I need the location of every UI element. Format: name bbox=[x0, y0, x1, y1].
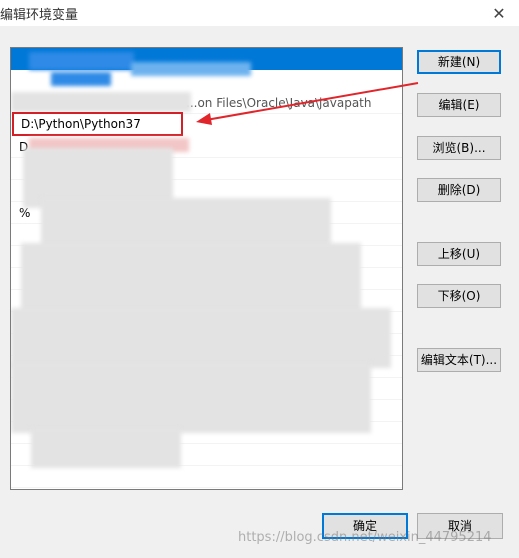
path-list[interactable]: ...on Files\Oracle\Java\javapath D:\Pyth… bbox=[10, 47, 403, 490]
browse-button[interactable]: 浏览(B)... bbox=[417, 136, 501, 160]
blurred-content bbox=[11, 308, 391, 368]
blurred-content bbox=[21, 243, 361, 313]
blurred-content bbox=[31, 428, 181, 468]
edit-button[interactable]: 编辑(E) bbox=[417, 93, 501, 117]
blurred-content bbox=[131, 62, 251, 76]
list-item-text: % bbox=[19, 206, 31, 220]
blurred-content bbox=[11, 363, 371, 433]
window-title: 编辑环境变量 bbox=[0, 8, 79, 23]
edit-text-button[interactable]: 编辑文本(T)... bbox=[417, 348, 501, 372]
move-up-button[interactable]: 上移(U) bbox=[417, 242, 501, 266]
delete-button[interactable]: 删除(D) bbox=[417, 178, 501, 202]
move-down-button[interactable]: 下移(O) bbox=[417, 284, 501, 308]
list-item[interactable] bbox=[11, 466, 402, 488]
title-bar: 编辑环境变量 ✕ bbox=[0, 0, 519, 26]
list-item-text: ...on Files\Oracle\Java\javapath bbox=[186, 96, 372, 110]
blurred-content bbox=[51, 72, 111, 86]
path-edit-field[interactable]: D:\Python\Python37 bbox=[12, 112, 183, 136]
close-icon[interactable]: ✕ bbox=[479, 0, 519, 26]
new-button[interactable]: 新建(N) bbox=[417, 50, 501, 74]
watermark: https://blog.csdn.net/weixin_44795214 bbox=[238, 530, 492, 545]
blurred-content bbox=[29, 52, 134, 70]
path-edit-value: D:\Python\Python37 bbox=[21, 117, 141, 131]
blurred-content bbox=[41, 198, 331, 248]
blurred-content bbox=[11, 92, 191, 112]
